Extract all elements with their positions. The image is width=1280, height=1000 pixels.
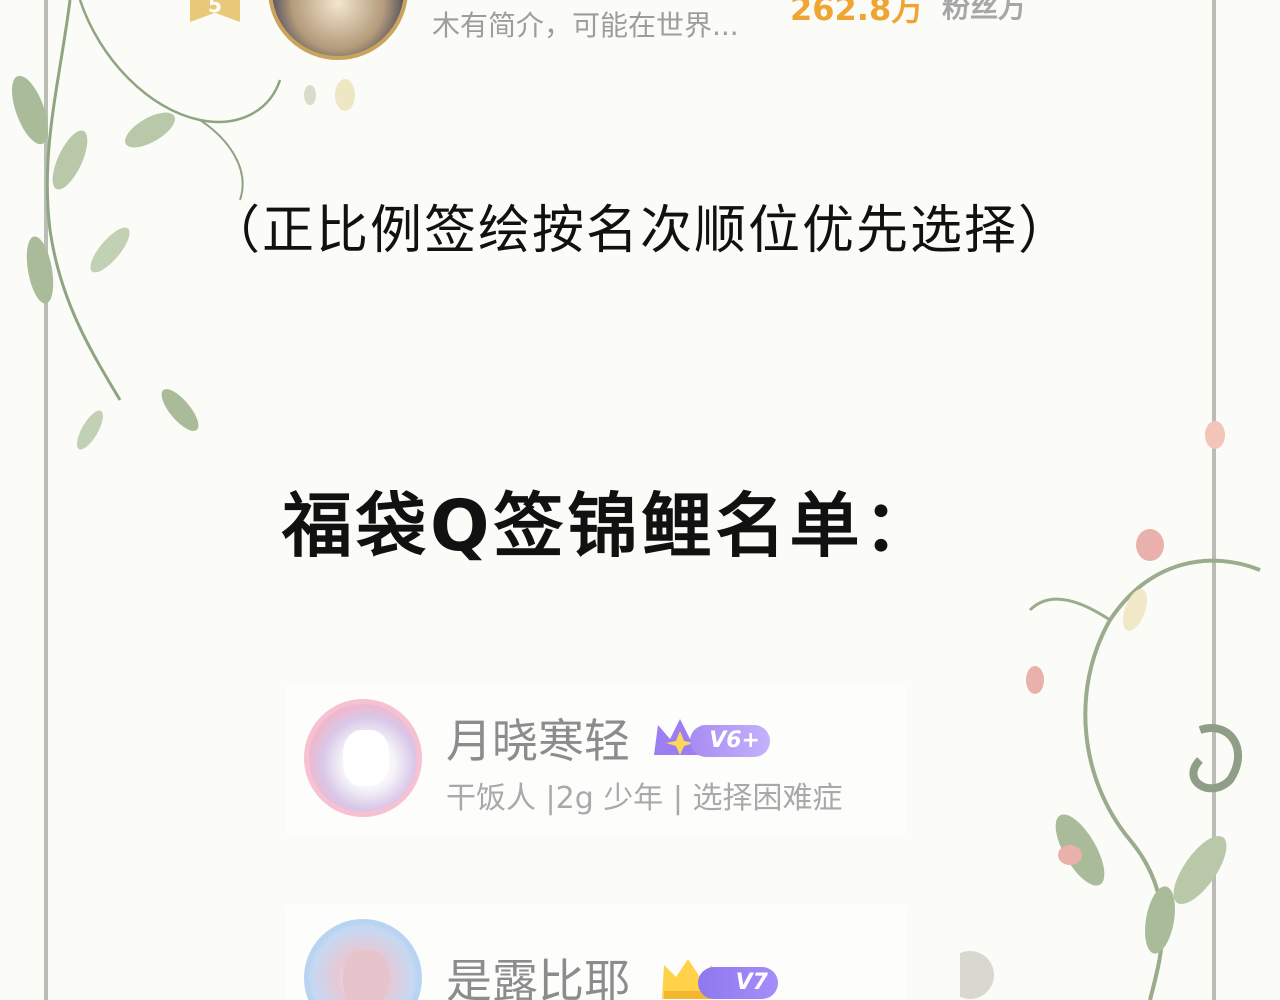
vip-badge: V7: [658, 957, 780, 1000]
avatar[interactable]: [304, 699, 422, 817]
winner-card-2[interactable]: 是露比耶 V7: [286, 905, 906, 1000]
fans-label: 粉丝万: [942, 0, 1027, 24]
avatar-bunny-icon: [343, 950, 389, 1000]
avatar[interactable]: [268, 0, 408, 60]
canvas: 5 木有简介，可能在世界... 262.8万 粉丝万 （正比例签绘按名次顺位优先…: [0, 0, 1280, 1000]
vine-bottom-right-decoration: [960, 421, 1261, 1000]
user-name[interactable]: 是露比耶: [446, 945, 630, 1000]
avatar[interactable]: [304, 919, 422, 1000]
avatar-rabbit-icon: [343, 730, 389, 786]
vip-level: V7: [698, 967, 778, 999]
user-bio: 木有简介，可能在世界...: [432, 9, 739, 42]
rank-badge: 5: [190, 0, 240, 22]
user-bio: 干饭人 |2g 少年 | 选择困难症: [446, 781, 843, 816]
fans-count: 262.8万: [790, 0, 924, 28]
user-name[interactable]: 月晓寒轻: [446, 705, 630, 771]
vip-level: V6+: [690, 725, 770, 757]
winner-list-heading: 福袋Q签锦鲤名单：: [282, 485, 938, 567]
selection-note: （正比例签绘按名次顺位优先选择）: [207, 201, 1072, 261]
winner-card-1[interactable]: 月晓寒轻 V6+ 干饭人 |2g 少年 | 选择困难症: [286, 685, 906, 835]
top-user-row: 5 木有简介，可能在世界... 262.8万 粉丝万: [0, 0, 1280, 70]
vip-badge: V6+: [650, 715, 772, 761]
